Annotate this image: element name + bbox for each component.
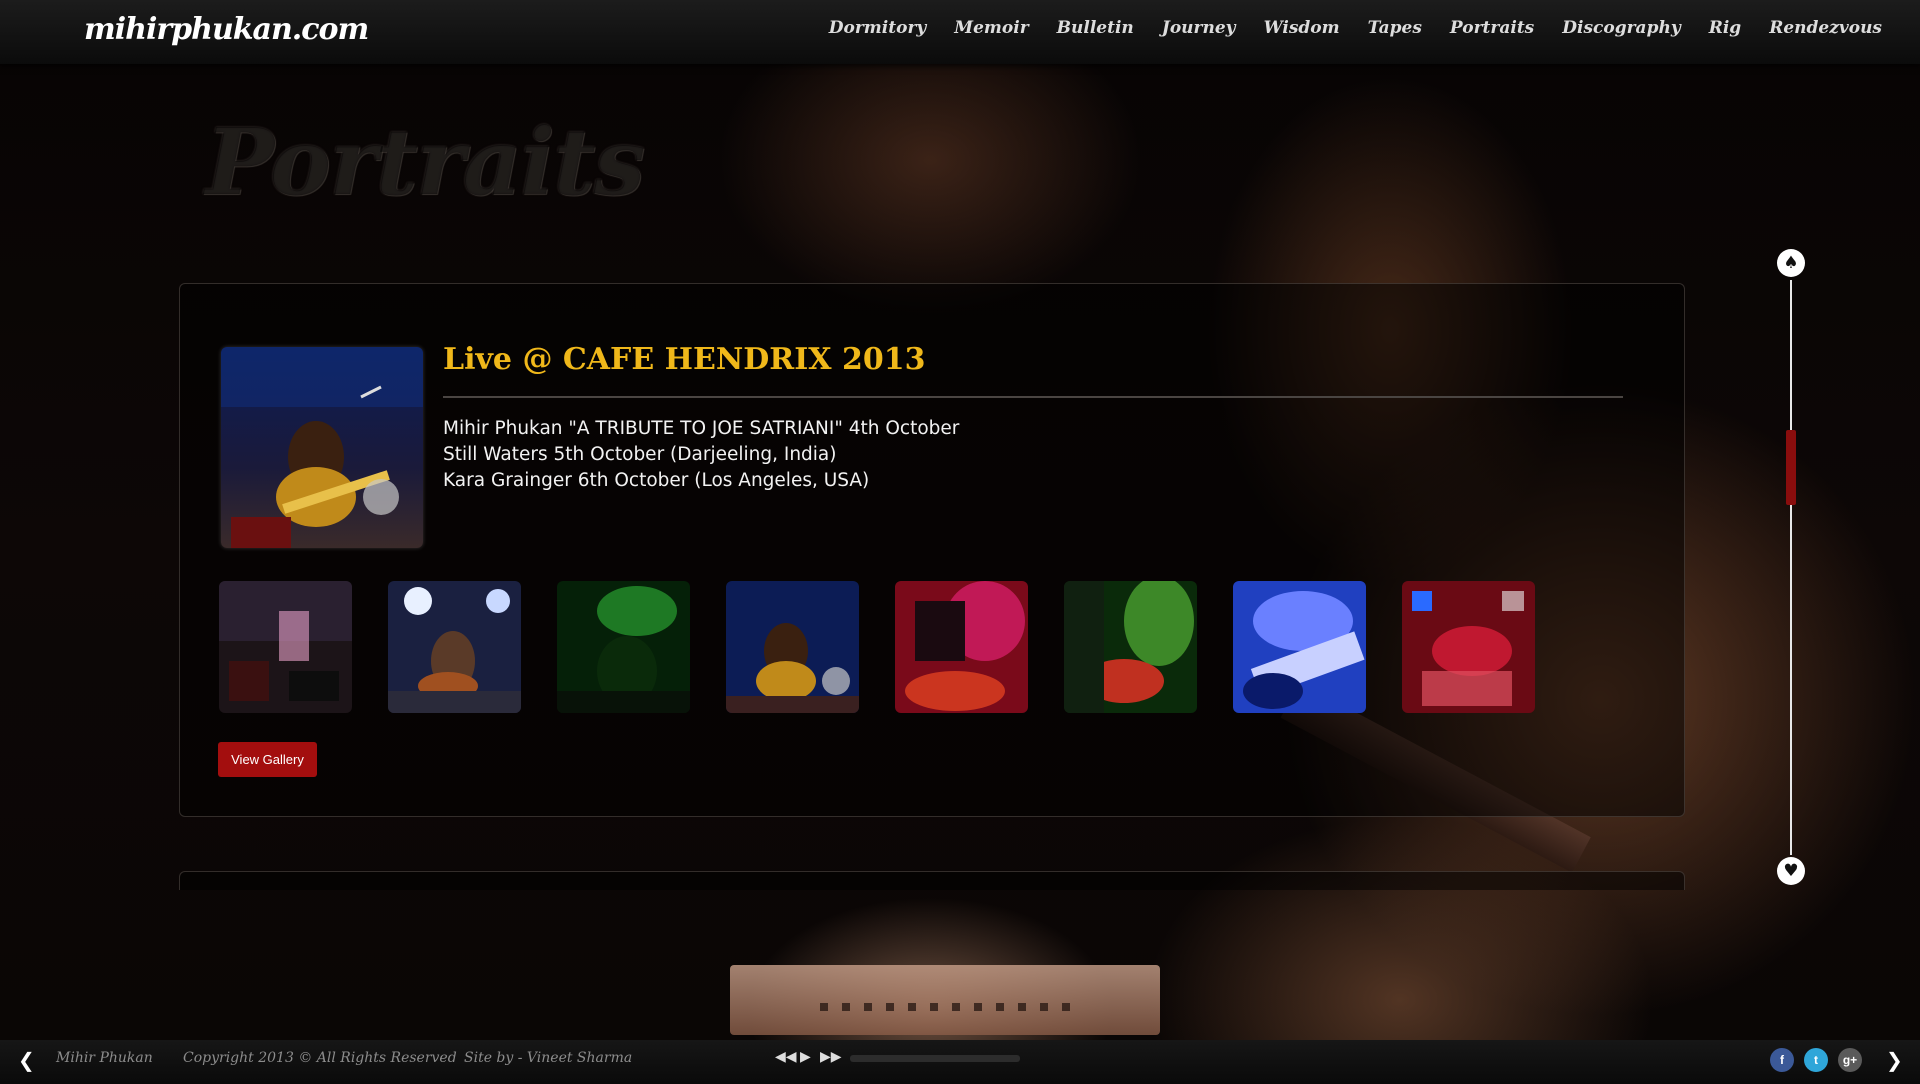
scroll-track[interactable]: [1790, 280, 1792, 855]
background-amplifier-knobs: [820, 1003, 1080, 1011]
main-nav: Dormitory Memoir Bulletin Journey Wisdom…: [829, 18, 1882, 38]
site-logo[interactable]: mihirphukan.com: [84, 12, 369, 47]
fast-forward-icon[interactable]: ▶▶: [820, 1049, 842, 1065]
nav-item-bulletin[interactable]: Bulletin: [1057, 18, 1134, 38]
scroll-thumb[interactable]: [1786, 430, 1796, 505]
play-icon[interactable]: ▶: [800, 1049, 811, 1065]
page-title: Portraits: [205, 108, 645, 216]
spade-down-icon[interactable]: ♥: [1777, 857, 1805, 885]
gallery-thumbnail[interactable]: [1402, 581, 1535, 713]
googleplus-icon[interactable]: g+: [1838, 1048, 1862, 1072]
nav-item-rig[interactable]: Rig: [1709, 18, 1741, 38]
event-description: Mihir Phukan "A TRIBUTE TO JOE SATRIANI"…: [443, 416, 959, 494]
event-feature-image[interactable]: [221, 347, 423, 548]
nav-item-portraits[interactable]: Portraits: [1450, 18, 1534, 38]
title-divider: [443, 396, 1623, 398]
spade-up-icon[interactable]: ♠: [1777, 249, 1805, 277]
view-gallery-button[interactable]: View Gallery: [218, 742, 317, 777]
event-line: Kara Grainger 6th October (Los Angeles, …: [443, 470, 870, 491]
rewind-icon[interactable]: ◀◀: [775, 1049, 797, 1065]
gallery-thumbnail[interactable]: [388, 581, 521, 713]
gallery-thumbnail[interactable]: [1064, 581, 1197, 713]
event-title: Live @ CAFE HENDRIX 2013: [443, 342, 926, 377]
twitter-icon[interactable]: t: [1804, 1048, 1828, 1072]
nav-item-rendezvous[interactable]: Rendezvous: [1769, 18, 1882, 38]
gallery-thumbnail[interactable]: [1233, 581, 1366, 713]
event-line: Mihir Phukan "A TRIBUTE TO JOE SATRIANI"…: [443, 418, 960, 439]
nav-item-memoir[interactable]: Memoir: [954, 18, 1028, 38]
nav-item-discography[interactable]: Discography: [1562, 18, 1680, 38]
top-navigation-bar: mihirphukan.com Dormitory Memoir Bulleti…: [0, 0, 1920, 64]
nav-item-wisdom[interactable]: Wisdom: [1264, 18, 1340, 38]
next-event-card: [179, 871, 1685, 890]
footer-name: Mihir Phukan: [56, 1050, 153, 1066]
nav-item-journey[interactable]: Journey: [1162, 18, 1236, 38]
nav-item-dormitory[interactable]: Dormitory: [829, 18, 927, 38]
chevron-right-icon[interactable]: ❯: [1886, 1048, 1903, 1072]
footer-copyright: Copyright 2013 © All Rights Reserved: [183, 1050, 457, 1066]
nav-item-tapes[interactable]: Tapes: [1368, 18, 1422, 38]
gallery-thumbnail[interactable]: [219, 581, 352, 713]
gallery-thumbnail[interactable]: [557, 581, 690, 713]
background-amplifier: [730, 965, 1160, 1035]
audio-progress-bar[interactable]: [850, 1055, 1020, 1062]
footer-credit[interactable]: Site by - Vineet Sharma: [464, 1050, 632, 1066]
gallery-thumbnail[interactable]: [726, 581, 859, 713]
gallery-thumbnail[interactable]: [895, 581, 1028, 713]
facebook-icon[interactable]: f: [1770, 1048, 1794, 1072]
event-line: Still Waters 5th October (Darjeeling, In…: [443, 444, 837, 465]
chevron-left-icon[interactable]: ❮: [18, 1048, 35, 1072]
